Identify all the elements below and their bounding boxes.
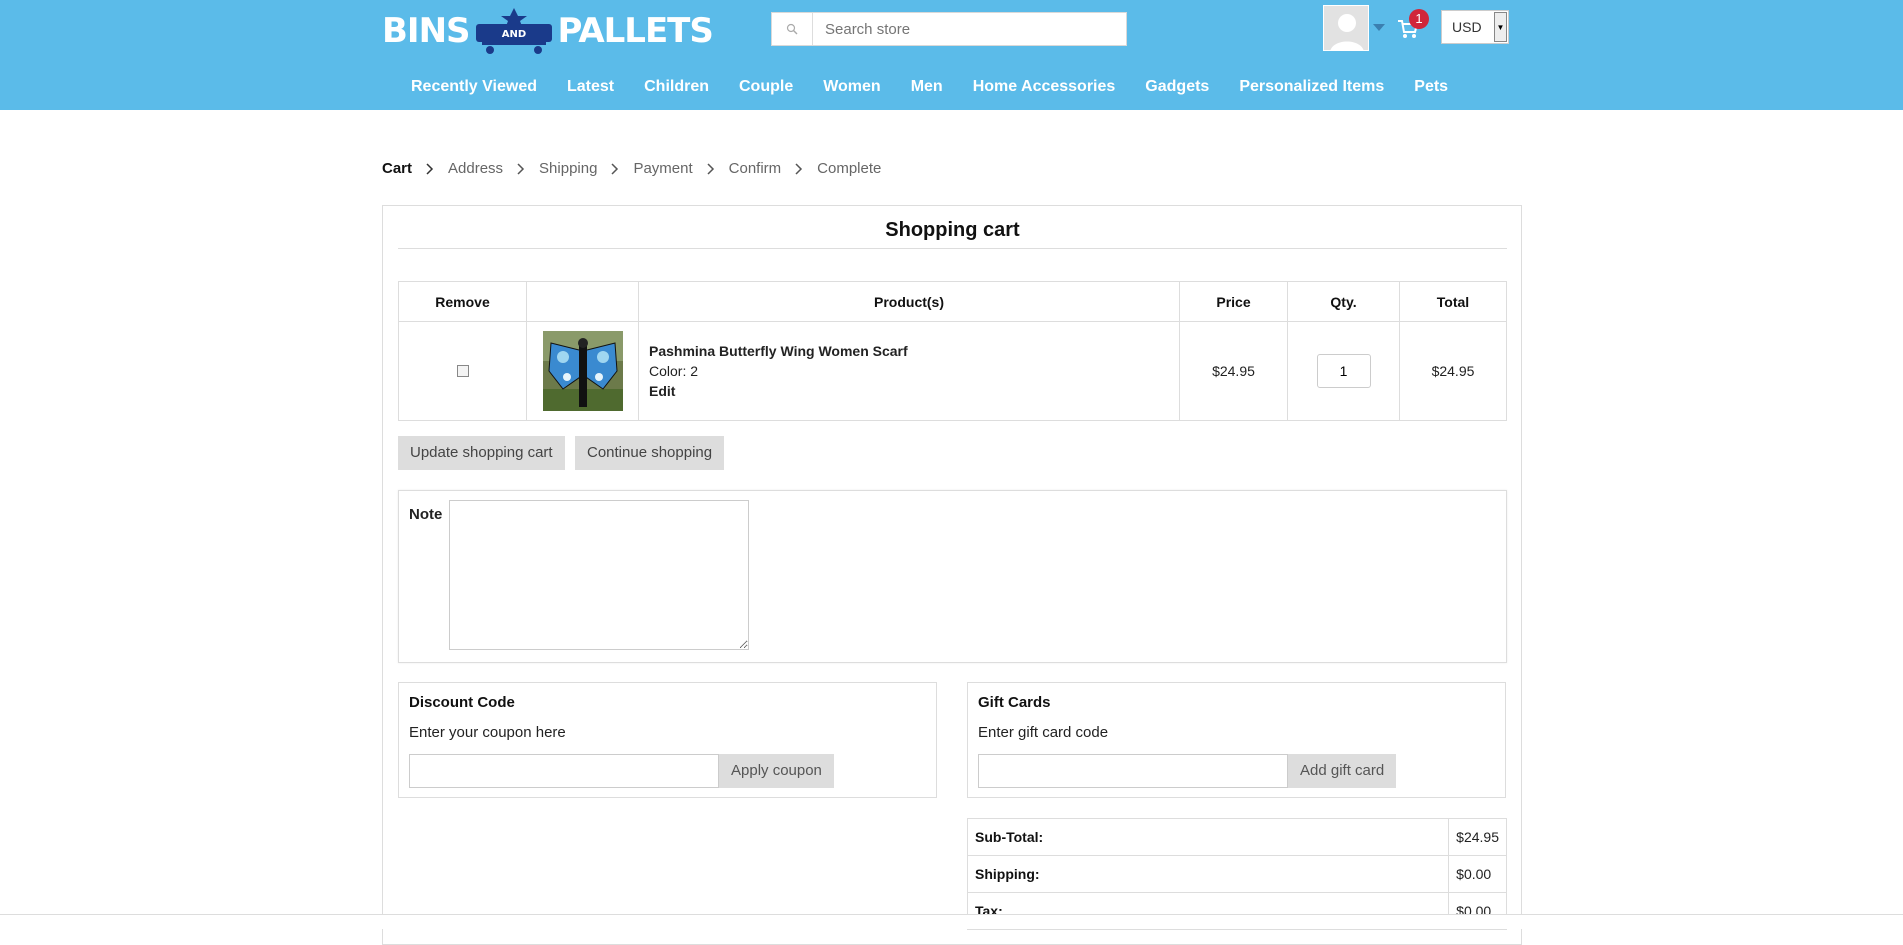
currency-select[interactable]: USD ▼ bbox=[1441, 10, 1509, 44]
step-complete[interactable]: Complete bbox=[817, 160, 881, 177]
qty-cell bbox=[1287, 321, 1400, 421]
note-label: Note bbox=[409, 506, 443, 523]
product-cell: Pashmina Butterfly Wing Women Scarf Colo… bbox=[638, 321, 1180, 421]
logo-text-left: BINS bbox=[382, 11, 471, 51]
table-row: Sub-Total: $24.95 bbox=[966, 818, 1507, 856]
nav-item-women[interactable]: Women bbox=[823, 78, 880, 96]
nav-item-children[interactable]: Children bbox=[644, 78, 709, 96]
image-cell bbox=[526, 321, 639, 421]
cart-logo-icon: AND bbox=[475, 8, 552, 54]
step-confirm[interactable]: Confirm bbox=[729, 160, 782, 177]
nav-item-gadgets[interactable]: Gadgets bbox=[1145, 78, 1209, 96]
subtotal-value: $24.95 bbox=[1448, 818, 1507, 856]
col-image bbox=[526, 281, 639, 322]
gift-card-input[interactable] bbox=[978, 754, 1288, 788]
site-logo[interactable]: BINS AND PALLETS bbox=[382, 6, 714, 56]
account-dropdown-icon[interactable] bbox=[1373, 24, 1385, 31]
shipping-value: $0.00 bbox=[1448, 855, 1507, 893]
step-address[interactable]: Address bbox=[448, 160, 503, 177]
nav-item-latest[interactable]: Latest bbox=[567, 78, 614, 96]
currency-value: USD bbox=[1452, 19, 1482, 35]
step-payment[interactable]: Payment bbox=[633, 160, 692, 177]
shopping-cart-panel: Shopping cart Remove Product(s) Price Qt… bbox=[382, 205, 1522, 945]
search-input[interactable] bbox=[813, 13, 1126, 45]
nav-item-recently-viewed[interactable]: Recently Viewed bbox=[411, 78, 537, 96]
product-attribute: Color: 2 bbox=[649, 363, 699, 379]
discount-code-panel: Discount Code Enter your coupon here App… bbox=[398, 682, 937, 798]
subtotal-label: Sub-Total: bbox=[966, 818, 1450, 856]
site-header: BINS AND PALLETS 1 bbox=[0, 0, 1903, 110]
edit-link[interactable]: Edit bbox=[649, 381, 1178, 401]
user-icon bbox=[1324, 6, 1368, 50]
remove-checkbox[interactable] bbox=[456, 365, 469, 377]
cart-count-badge: 1 bbox=[1409, 9, 1429, 29]
logo-text-right: PALLETS bbox=[557, 11, 714, 51]
chevron-right-icon bbox=[611, 162, 619, 175]
shipping-label: Shipping: bbox=[966, 855, 1450, 893]
search-box bbox=[771, 12, 1127, 46]
chevron-right-icon bbox=[795, 162, 803, 175]
quantity-input[interactable] bbox=[1316, 354, 1371, 388]
avatar[interactable] bbox=[1323, 5, 1369, 51]
continue-shopping-button[interactable]: Continue shopping bbox=[575, 436, 725, 470]
gift-card-panel: Gift Cards Enter gift card code Add gift… bbox=[967, 682, 1506, 798]
nav-item-pets[interactable]: Pets bbox=[1414, 78, 1448, 96]
dropdown-arrow-icon: ▼ bbox=[1494, 12, 1507, 42]
table-row: Pashmina Butterfly Wing Women Scarf Colo… bbox=[398, 321, 1507, 421]
nav-item-home-accessories[interactable]: Home Accessories bbox=[973, 78, 1116, 96]
product-thumbnail[interactable] bbox=[542, 331, 623, 411]
col-total: Total bbox=[1399, 281, 1507, 322]
discount-hint: Enter your coupon here bbox=[409, 724, 566, 741]
note-textarea[interactable] bbox=[449, 500, 749, 650]
total-cell: $24.95 bbox=[1399, 321, 1507, 421]
title-divider bbox=[398, 248, 1507, 249]
price-cell: $24.95 bbox=[1179, 321, 1288, 421]
col-qty: Qty. bbox=[1287, 281, 1400, 322]
step-shipping[interactable]: Shipping bbox=[539, 160, 597, 177]
nav-item-couple[interactable]: Couple bbox=[739, 78, 793, 96]
nav-item-personalized-items[interactable]: Personalized Items bbox=[1239, 78, 1384, 96]
main-nav: Recently Viewed Latest Children Couple W… bbox=[0, 78, 1903, 102]
remove-cell bbox=[398, 321, 527, 421]
search-icon bbox=[786, 23, 798, 35]
table-row: Shipping: $0.00 bbox=[966, 855, 1507, 893]
col-remove: Remove bbox=[398, 281, 527, 322]
discount-title: Discount Code bbox=[409, 694, 515, 711]
col-price: Price bbox=[1179, 281, 1288, 322]
coupon-input[interactable] bbox=[409, 754, 719, 788]
note-section: Note bbox=[398, 490, 1507, 663]
chevron-right-icon bbox=[707, 162, 714, 175]
page-title: Shopping cart bbox=[885, 219, 1020, 241]
chevron-right-icon bbox=[517, 162, 525, 175]
update-cart-button[interactable]: Update shopping cart bbox=[398, 436, 565, 470]
cart-table: Remove Product(s) Price Qty. Total Pashm… bbox=[398, 281, 1507, 421]
step-cart[interactable]: Cart bbox=[382, 160, 412, 177]
nav-item-men[interactable]: Men bbox=[911, 78, 943, 96]
col-products: Product(s) bbox=[638, 281, 1180, 322]
chevron-right-icon bbox=[426, 162, 434, 175]
footer-bar bbox=[0, 914, 1903, 929]
cart-table-header: Remove Product(s) Price Qty. Total bbox=[398, 281, 1507, 322]
gift-card-hint: Enter gift card code bbox=[978, 724, 1109, 741]
add-gift-card-button[interactable]: Add gift card bbox=[1288, 754, 1397, 788]
nav-items: Recently Viewed Latest Children Couple W… bbox=[411, 78, 1478, 96]
apply-coupon-button[interactable]: Apply coupon bbox=[719, 754, 834, 788]
gift-card-title: Gift Cards bbox=[978, 694, 1051, 711]
search-button[interactable] bbox=[772, 13, 813, 45]
product-name[interactable]: Pashmina Butterfly Wing Women Scarf bbox=[649, 341, 1178, 361]
checkout-steps: Cart Address Shipping Payment Confirm Co… bbox=[382, 160, 881, 177]
logo-mark-text: AND bbox=[501, 29, 525, 40]
